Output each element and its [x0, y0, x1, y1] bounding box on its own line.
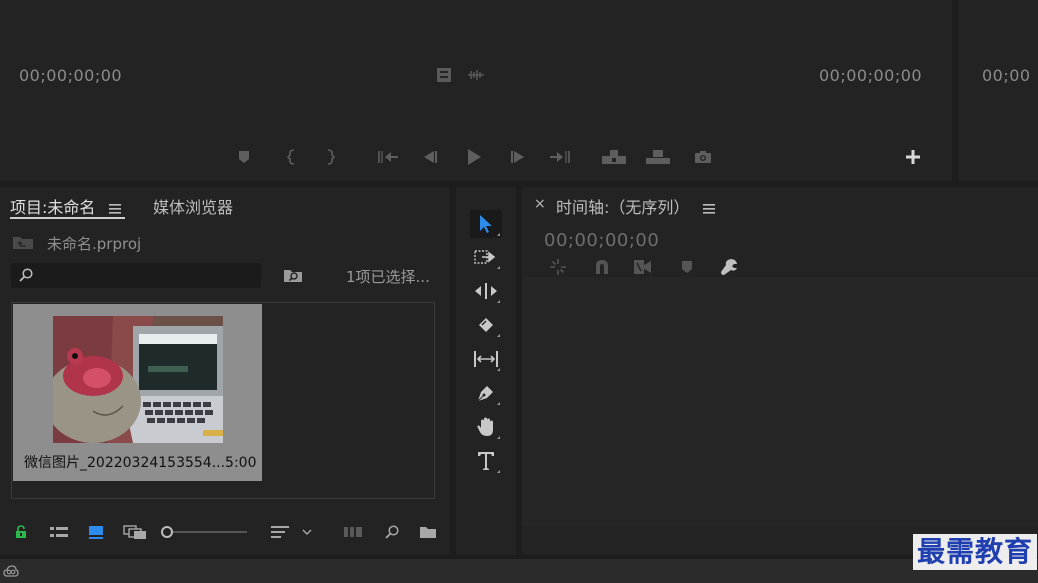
- type-tool[interactable]: [470, 447, 502, 475]
- bin-area[interactable]: 微信图片_20220324153554...5:00: [11, 302, 435, 499]
- project-file-name: 未命名.prproj: [47, 235, 142, 253]
- mark-out-icon[interactable]: [322, 148, 338, 166]
- drag-audio-icon[interactable]: [466, 66, 486, 84]
- folder-up-icon[interactable]: [11, 233, 35, 251]
- tab-timeline[interactable]: 时间轴:（无序列）: [556, 194, 715, 218]
- project-panel: 项目:未命名 媒体浏览器 未命名.prproj 1项已选择... 微信图片_20…: [0, 187, 450, 555]
- linked-selection-icon[interactable]: [632, 257, 654, 277]
- clip-name: 微信图片_20220324153554...5:00: [24, 455, 257, 471]
- zoom-slider-track: [169, 531, 247, 533]
- timeline-panel: × 时间轴:（无序列） 00;00;00;00: [522, 187, 1038, 555]
- status-bar: [0, 559, 1038, 583]
- find-bin-icon[interactable]: [282, 265, 304, 285]
- track-select-icon: [474, 250, 496, 264]
- new-bin-icon[interactable]: [417, 523, 439, 541]
- find-icon[interactable]: [382, 523, 402, 541]
- type-icon: [478, 452, 494, 470]
- razor-icon: [479, 318, 493, 332]
- add-marker-timeline-icon[interactable]: [678, 257, 696, 277]
- tab-project-underline: [10, 217, 125, 219]
- pen-tool[interactable]: [470, 379, 502, 407]
- hand-tool[interactable]: [470, 413, 502, 441]
- mark-in-icon[interactable]: [284, 148, 300, 166]
- ripple-edit-icon: [475, 283, 497, 299]
- watermark-logo: 最需教育: [913, 534, 1038, 570]
- tab-timeline-label: 时间轴:（无序列）: [556, 198, 690, 217]
- timeline-track-area[interactable]: [522, 277, 1038, 527]
- source-timecode-out[interactable]: 00;00;00;00: [819, 66, 922, 85]
- tab-menu-icon[interactable]: [108, 199, 121, 218]
- hand-icon: [477, 417, 493, 436]
- track-select-tool[interactable]: [470, 243, 502, 271]
- selection-tool[interactable]: [470, 210, 502, 238]
- search-icon: [19, 268, 33, 282]
- tab-media-browser[interactable]: 媒体浏览器: [153, 194, 233, 218]
- program-timecode-in[interactable]: 00;00: [982, 66, 1031, 85]
- automate-to-sequence-icon[interactable]: [342, 523, 364, 541]
- pen-icon: [477, 386, 493, 402]
- play-icon[interactable]: [464, 147, 484, 167]
- timeline-menu-icon[interactable]: [702, 199, 715, 218]
- creative-cloud-icon[interactable]: [2, 562, 20, 580]
- source-timecode-in[interactable]: 00;00;00;00: [19, 66, 122, 85]
- timeline-timecode[interactable]: 00;00;00;00: [544, 230, 659, 251]
- go-to-in-icon[interactable]: [376, 148, 400, 166]
- step-back-icon[interactable]: [420, 148, 440, 166]
- overwrite-icon[interactable]: [644, 148, 672, 166]
- tab-project[interactable]: 项目:未命名: [10, 194, 121, 218]
- snap-magnet-icon[interactable]: [592, 257, 612, 277]
- step-forward-icon[interactable]: [508, 148, 528, 166]
- insert-icon[interactable]: [600, 148, 628, 166]
- search-input[interactable]: [11, 263, 261, 288]
- zoom-slider[interactable]: [161, 525, 247, 539]
- selection-arrow-icon: [480, 215, 492, 233]
- safe-margins-icon[interactable]: [435, 66, 453, 84]
- sort-icons-icon[interactable]: [270, 523, 290, 541]
- razor-tool[interactable]: [470, 311, 502, 339]
- freeform-view-icon[interactable]: [122, 523, 148, 541]
- slip-icon: [474, 351, 498, 367]
- source-monitor: 00;00;00;00 00;00;00;00: [0, 0, 952, 181]
- list-view-icon[interactable]: [48, 523, 70, 541]
- zoom-slider-handle[interactable]: [161, 526, 173, 538]
- program-monitor: 00;00: [958, 0, 1038, 181]
- timeline-settings-wrench-icon[interactable]: [718, 257, 740, 277]
- add-marker-icon[interactable]: [236, 148, 252, 166]
- export-frame-icon[interactable]: [692, 148, 714, 166]
- ripple-edit-tool[interactable]: [470, 277, 502, 305]
- selection-status: 1项已选择...: [346, 268, 430, 286]
- timeline-close-button[interactable]: ×: [534, 196, 546, 212]
- clip-thumbnail-image: [53, 316, 223, 443]
- tab-project-label: 项目:未命名: [10, 198, 96, 217]
- sort-chevron-down-icon[interactable]: [299, 523, 315, 541]
- icon-view-icon[interactable]: [86, 523, 106, 541]
- go-to-out-icon[interactable]: [548, 148, 572, 166]
- nest-icon[interactable]: [548, 257, 568, 277]
- clip-thumbnail-card[interactable]: 微信图片_20220324153554...5:00: [13, 304, 262, 481]
- button-editor-plus-icon[interactable]: [904, 148, 922, 166]
- slip-tool[interactable]: [470, 345, 502, 373]
- lock-icon[interactable]: [12, 523, 30, 541]
